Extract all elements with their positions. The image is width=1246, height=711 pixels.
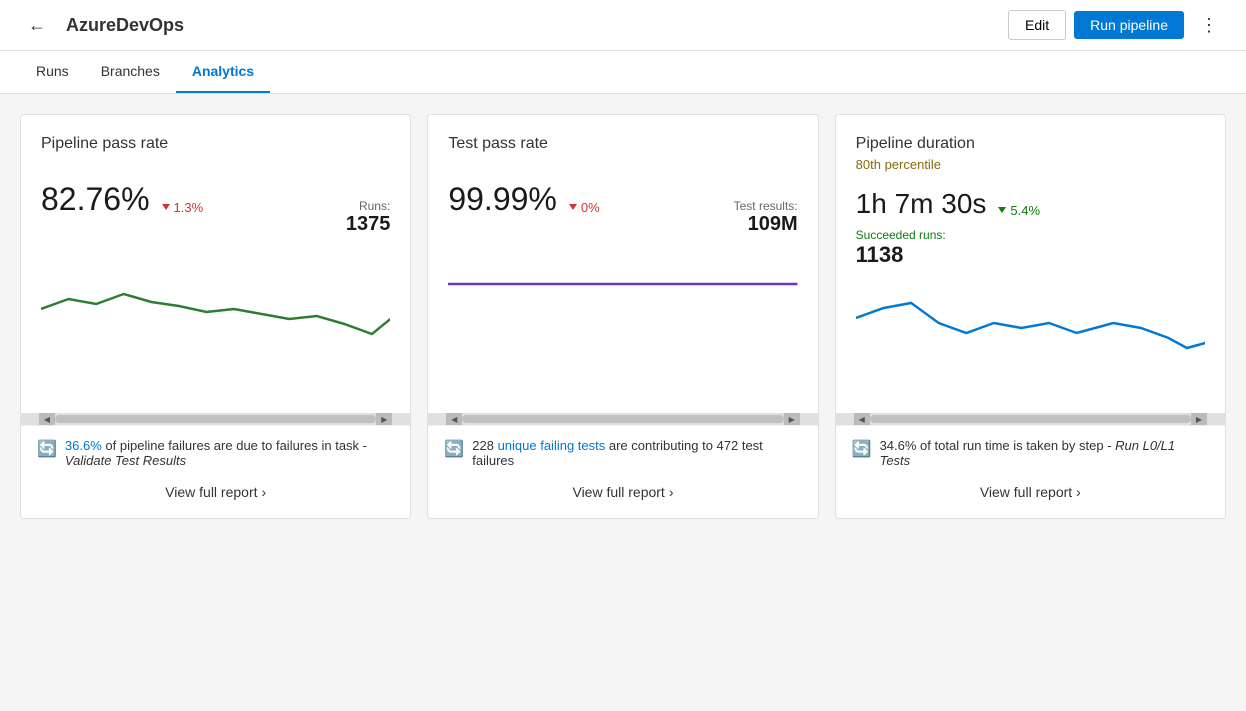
content-area: Pipeline pass rate 82.76% 1.3% Runs: 137… [0,94,1246,539]
pipeline-insight: 🔄 36.6% of pipeline failures are due to … [37,438,394,468]
scroll-right-arrow-3[interactable]: ▶ [1191,413,1207,425]
pipeline-duration-subtitle: 80th percentile [856,157,1205,172]
test-results-value: 109M [734,213,798,236]
pipeline-duration-change: 5.4% [998,203,1040,218]
pipeline-pass-rate-card: Pipeline pass rate 82.76% 1.3% Runs: 137… [20,114,411,519]
scroll-left-arrow[interactable]: ◀ [39,413,55,425]
header-left: ← AzureDevOps [20,11,184,40]
scroll-left-arrow-3[interactable]: ◀ [854,413,870,425]
pipeline-duration-scrollbar[interactable]: ◀ ▶ [836,413,1225,425]
test-pass-rate-scrollbar[interactable]: ◀ ▶ [428,413,817,425]
scroll-right-arrow[interactable]: ▶ [376,413,392,425]
card-title-test-pass-rate: Test pass rate [448,135,797,153]
pipeline-insight-text: 36.6% of pipeline failures are due to fa… [65,438,394,468]
test-pass-rate-change: 0% [569,200,600,215]
succeeded-runs-label: Succeeded runs: [856,228,1205,242]
pipeline-duration-value: 1h 7m 30s [856,188,987,220]
insight-icon-1: 🔄 [37,439,57,459]
duration-insight: 🔄 34.6% of total run time is taken by st… [852,438,1209,468]
test-view-report[interactable]: View full report › [444,478,801,506]
duration-view-report[interactable]: View full report › [852,478,1209,506]
pipeline-pass-rate-scrollbar[interactable]: ◀ ▶ [21,413,410,425]
run-pipeline-button[interactable]: Run pipeline [1074,11,1184,39]
view-report-arrow-1: › [262,484,267,500]
back-button[interactable]: ← [20,11,54,40]
view-report-arrow-3: › [1076,484,1081,500]
app-title: AzureDevOps [66,15,184,36]
nav-tabs: Runs Branches Analytics [0,51,1246,94]
view-report-arrow-2: › [669,484,674,500]
pipeline-pass-rate-value: 82.76% [41,181,150,218]
tab-branches[interactable]: Branches [85,51,176,93]
pipeline-pass-rate-chart [41,254,390,374]
insight-icon-3: 🔄 [852,439,872,459]
tab-runs[interactable]: Runs [20,51,85,93]
header-right: Edit Run pipeline ⋮ [1008,10,1226,40]
card-title-pipeline-pass-rate: Pipeline pass rate [41,135,390,153]
tab-analytics[interactable]: Analytics [176,51,270,93]
more-icon: ⋮ [1200,15,1218,35]
insight-icon-2: 🔄 [444,439,464,459]
duration-insight-text: 34.6% of total run time is taken by step… [880,438,1209,468]
succeeded-runs-value: 1138 [856,242,1205,268]
scroll-left-arrow-2[interactable]: ◀ [446,413,462,425]
card-title-pipeline-duration: Pipeline duration [856,135,1205,153]
pipeline-view-report[interactable]: View full report › [37,478,394,506]
test-insight-text: 228 unique failing tests are contributin… [472,438,801,468]
pipeline-duration-chart [856,278,1205,398]
header: ← AzureDevOps Edit Run pipeline ⋮ [0,0,1246,51]
pipeline-duration-card: Pipeline duration 80th percentile 1h 7m … [835,114,1226,519]
pipeline-pass-rate-change: 1.3% [162,200,204,215]
pipeline-runs-side: Runs: 1375 [346,199,391,236]
test-results-side: Test results: 109M [734,199,798,236]
back-icon: ← [28,15,46,35]
test-pass-rate-card: Test pass rate 99.99% 0% Test results: 1… [427,114,818,519]
test-pass-rate-chart [448,254,797,374]
edit-button[interactable]: Edit [1008,10,1066,40]
scroll-right-arrow-2[interactable]: ▶ [784,413,800,425]
pipeline-runs-value: 1375 [346,213,391,236]
test-pass-rate-value: 99.99% [448,181,557,218]
test-insight: 🔄 228 unique failing tests are contribut… [444,438,801,468]
more-options-button[interactable]: ⋮ [1192,11,1226,40]
